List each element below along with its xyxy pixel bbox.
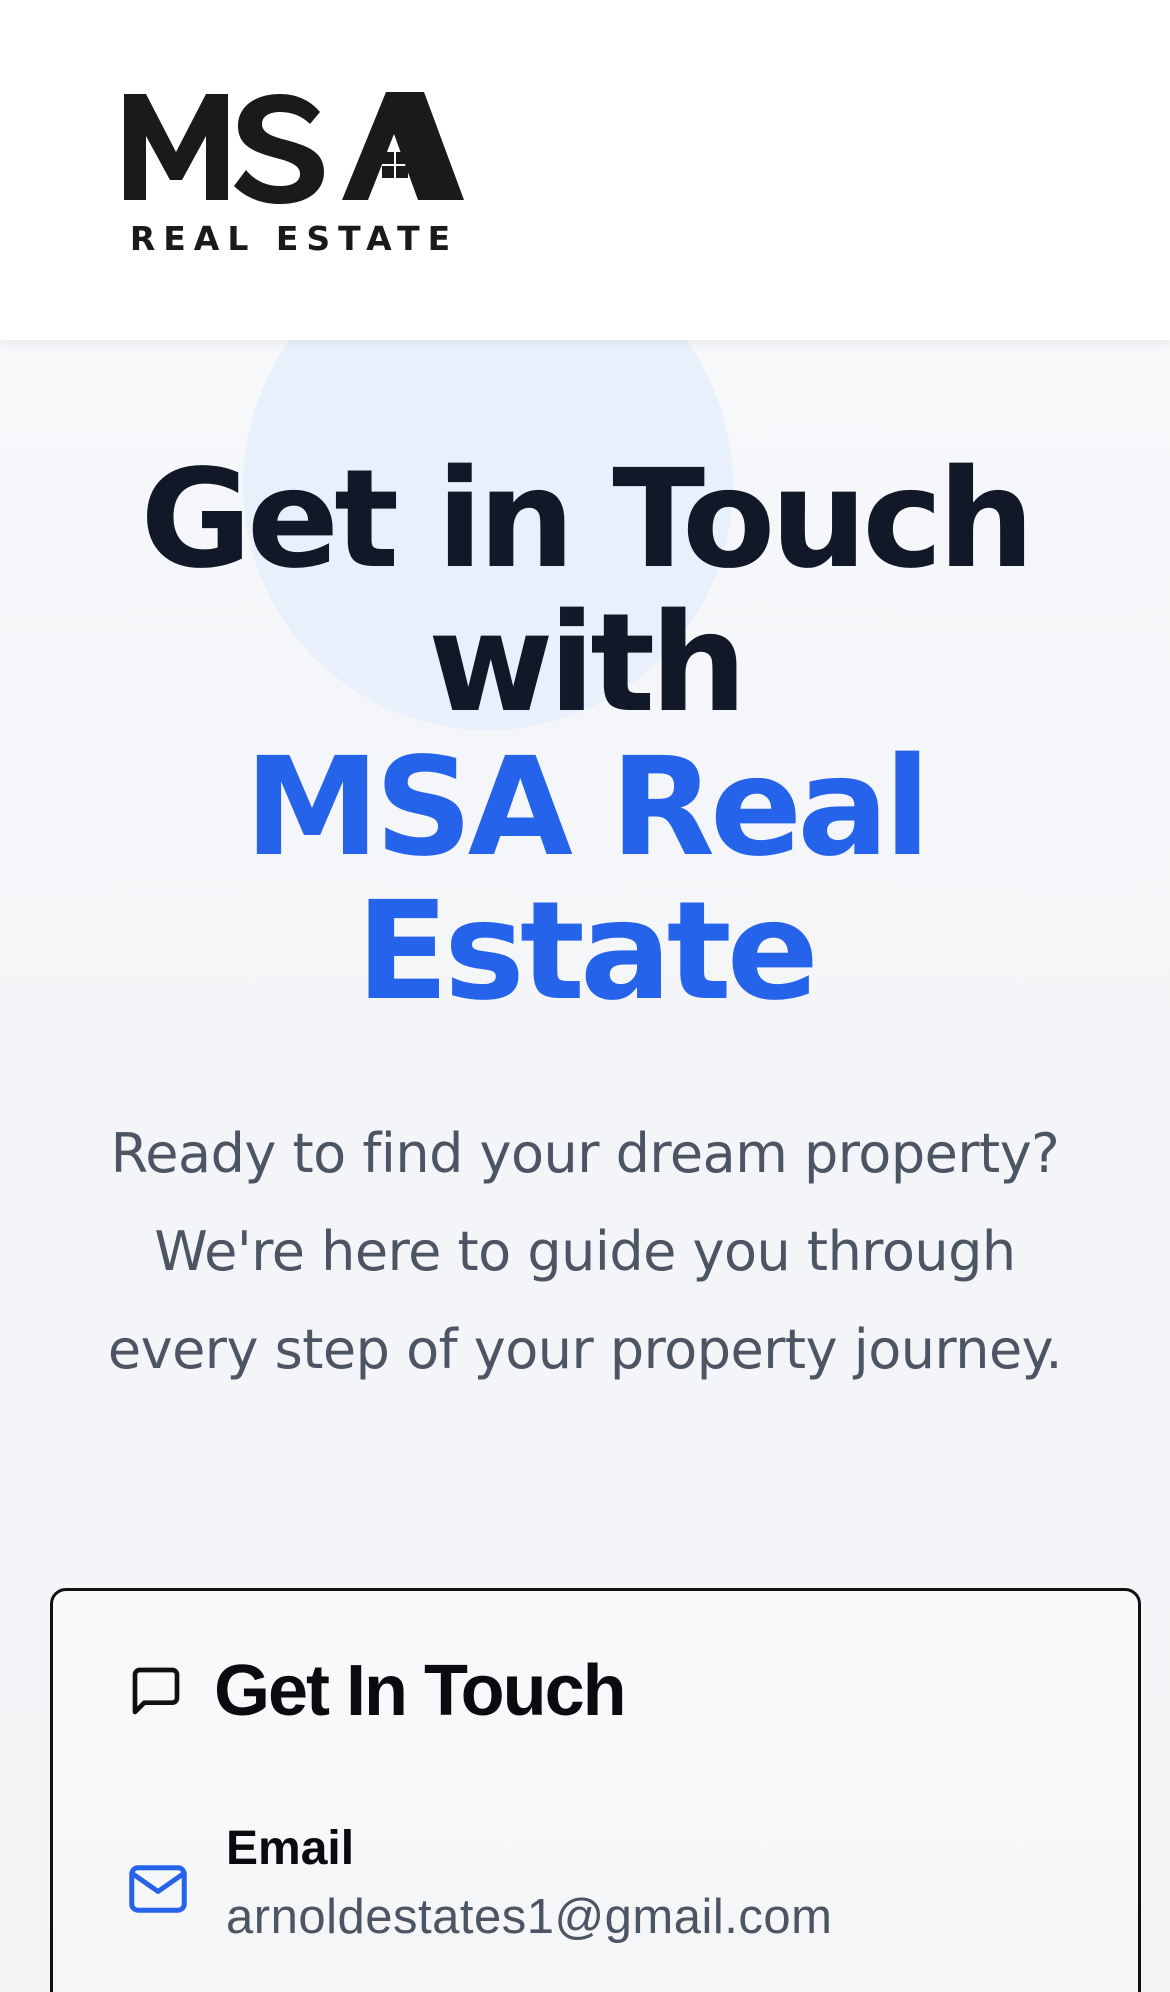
contact-page: REAL ESTATE Get in Touch with MSA Real E… — [0, 0, 1170, 1992]
contact-card-header: Get In Touch — [128, 1651, 627, 1731]
contact-card: Get In Touch Email arnoldestates1@gmail.… — [50, 1588, 1141, 1992]
email-link[interactable]: arnoldestates1@gmail.com — [226, 1882, 832, 1952]
email-label: Email — [226, 1822, 355, 1875]
hero-title-line-2: with — [427, 585, 747, 743]
site-header: REAL ESTATE — [0, 0, 1170, 340]
hero-title-accent-line-1: MSA Real — [244, 729, 930, 887]
mail-icon — [128, 1864, 188, 1914]
msa-real-estate-logo[interactable]: REAL ESTATE — [124, 88, 464, 258]
hero-subtitle-line-3: every step of your property journey. — [107, 1318, 1063, 1381]
hero-title: Get in Touch with MSA Real Estate — [0, 448, 1170, 1024]
contact-card-title: Get In Touch — [214, 1651, 627, 1731]
hero-section: Get in Touch with MSA Real Estate Ready … — [0, 340, 1170, 1590]
hero-title-line-1: Get in Touch — [140, 441, 1034, 599]
email-texts: Email arnoldestates1@gmail.com — [226, 1816, 832, 1952]
chat-icon — [128, 1663, 184, 1719]
hero-subtitle-line-2: We're here to guide you through — [154, 1220, 1016, 1283]
hero-subtitle-line-1: Ready to find your dream property? — [110, 1122, 1060, 1185]
email-contact-row[interactable]: Email arnoldestates1@gmail.com — [128, 1816, 832, 1952]
hero-subtitle: Ready to find your dream property? We're… — [60, 1105, 1110, 1399]
hero-title-accent-line-2: Estate — [356, 873, 819, 1031]
logo-subtext: REAL ESTATE — [130, 219, 458, 258]
